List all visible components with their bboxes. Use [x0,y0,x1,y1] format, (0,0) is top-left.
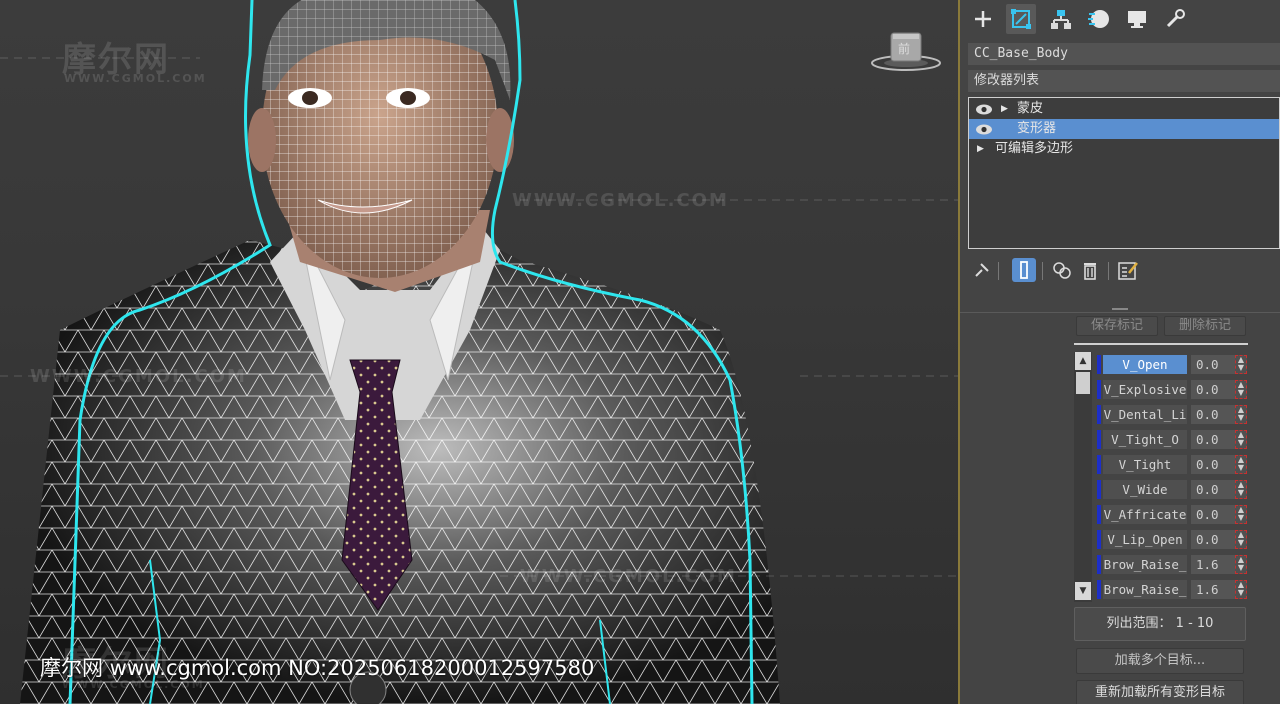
modifier-stack-item-skin[interactable]: ▶ 蒙皮 [969,99,1279,119]
remove-modifier-button[interactable] [1078,258,1102,282]
channel-spinner[interactable]: ▲ ▼ [1235,580,1247,599]
display-tab[interactable] [1122,4,1152,34]
configure-modifier-sets-button[interactable] [1116,258,1140,282]
modifier-stack-item-morpher[interactable]: 变形器 [969,119,1279,139]
command-panel: CC_Base_Body 修改器列表 ▶ 蒙皮 变形器 ▶ 可编辑多边形 保存标… [960,0,1280,704]
delete-marker-button[interactable]: 删除标记 [1164,316,1246,336]
expand-arrow-icon[interactable]: ▶ [1001,99,1008,119]
utilities-tab[interactable] [1160,4,1190,34]
show-end-result-icon [1020,261,1028,279]
rollout-divider [960,312,1280,313]
channel-value-input[interactable]: 0.0 [1191,430,1235,449]
modifier-label: 蒙皮 [1017,101,1044,116]
channel-row[interactable]: V_Tight 0.0 ▲ ▼ [960,453,1280,475]
eye-icon[interactable] [975,124,993,135]
channel-value-input[interactable]: 0.0 [1191,480,1235,499]
modifier-stack-item-editable-poly[interactable]: ▶ 可编辑多边形 [969,139,1279,159]
make-unique-icon [1053,262,1071,279]
channel-row[interactable]: V_Open 0.0 ▲ ▼ [960,353,1280,375]
pin-icon [975,263,989,277]
modifier-stack[interactable]: ▶ 蒙皮 变形器 ▶ 可编辑多边形 [968,97,1280,249]
channel-value-input[interactable]: 0.0 [1191,405,1235,424]
modifier-stack-toolbar [968,256,1280,286]
channel-name[interactable]: V_Open [1103,355,1187,374]
channel-spinner[interactable]: ▲ ▼ [1235,355,1247,374]
channel-spinner[interactable]: ▲ ▼ [1235,380,1247,399]
modify-icon [1011,9,1031,29]
eye-icon[interactable] [975,104,993,115]
create-icon [975,11,991,27]
viewport[interactable]: 摩尔网 WWW.CGMOL.COM WWW.CGMOL.COM WWW.CGMO… [0,0,958,704]
create-tab[interactable] [968,4,998,34]
channel-row[interactable]: Brow_Raise_ 1.6 ▲ ▼ [960,578,1280,600]
make-unique-button[interactable] [1050,258,1074,282]
channel-row[interactable]: V_Tight_O 0.0 ▲ ▼ [960,428,1280,450]
watermark-url: WWW.CGMOL.COM [30,366,247,387]
configure-sets-icon [1118,262,1138,280]
channel-value-input[interactable]: 0.0 [1191,380,1235,399]
separator-line [1074,343,1248,345]
channel-name[interactable]: Brow_Raise_ [1103,555,1187,574]
load-multiple-targets-button[interactable]: 加载多个目标... [1076,648,1244,674]
display-icon [1128,11,1146,28]
image-caption: 摩尔网 www.cgmol.com NO:2025061820001259758… [40,656,595,680]
channel-name[interactable]: V_Explosive [1103,380,1187,399]
motion-icon [1088,10,1109,28]
list-range-display: 列出范围： 1 - 10 [1074,607,1246,641]
modifier-label: 可编辑多边形 [995,141,1074,156]
modifier-list-dropdown[interactable]: 修改器列表 [968,70,1280,92]
channel-spinner[interactable]: ▲ ▼ [1235,430,1247,449]
channel-row[interactable]: V_Explosive 0.0 ▲ ▼ [960,378,1280,400]
channel-value-input[interactable]: 0.0 [1191,530,1235,549]
watermark-url: WWW.CGMOL.COM [520,566,737,587]
channel-name[interactable]: V_Dental_Li [1103,405,1187,424]
channel-name[interactable]: V_Tight_O [1103,430,1187,449]
channel-name[interactable]: V_Lip_Open [1103,530,1187,549]
object-name-field[interactable]: CC_Base_Body [968,43,1280,65]
hierarchy-icon [1051,10,1071,29]
show-end-result-button[interactable] [1012,258,1036,282]
channel-row[interactable]: Brow_Raise_ 1.6 ▲ ▼ [960,553,1280,575]
channel-value-input[interactable]: 1.6 [1191,580,1235,599]
channel-name[interactable]: V_Tight [1103,455,1187,474]
channel-value-input[interactable]: 0.0 [1191,505,1235,524]
watermark-url: WWW.CGMOL.COM [64,72,207,85]
command-panel-tabs [960,0,1280,38]
modify-tab[interactable] [1006,4,1036,34]
channel-row[interactable]: V_Wide 0.0 ▲ ▼ [960,478,1280,500]
channel-row[interactable]: V_Affricate 0.0 ▲ ▼ [960,503,1280,525]
channel-spinner[interactable]: ▲ ▼ [1235,480,1247,499]
motion-tab[interactable] [1084,4,1114,34]
channel-name[interactable]: V_Wide [1103,480,1187,499]
channel-name[interactable]: V_Affricate [1103,505,1187,524]
character-wireframe-render[interactable] [0,0,958,704]
channel-row[interactable]: V_Dental_Li 0.0 ▲ ▼ [960,403,1280,425]
expand-arrow-icon[interactable]: ▶ [977,139,984,159]
channel-spinner[interactable]: ▲ ▼ [1235,555,1247,574]
reload-all-morph-targets-button[interactable]: 重新加载所有变形目标 [1076,680,1244,704]
channel-spinner[interactable]: ▲ ▼ [1235,405,1247,424]
save-marker-button[interactable]: 保存标记 [1076,316,1158,336]
channel-value-input[interactable]: 1.6 [1191,555,1235,574]
channel-spinner[interactable]: ▲ ▼ [1235,530,1247,549]
hierarchy-tab[interactable] [1046,4,1076,34]
watermark-url: WWW.CGMOL.COM [512,190,729,211]
viewcube-face-label: 前 [898,42,911,56]
rollout-grip[interactable] [1112,308,1128,310]
channel-name[interactable]: Brow_Raise_ [1103,580,1187,599]
channel-value-input[interactable]: 0.0 [1191,455,1235,474]
channel-value-input[interactable]: 0.0 [1191,355,1235,374]
utilities-icon [1166,9,1185,28]
pin-stack-button[interactable] [970,258,994,282]
modifier-label: 变形器 [1017,121,1057,136]
channel-spinner[interactable]: ▲ ▼ [1235,455,1247,474]
channel-row[interactable]: V_Lip_Open 0.0 ▲ ▼ [960,528,1280,550]
trash-icon [1084,263,1096,280]
channel-spinner[interactable]: ▲ ▼ [1235,505,1247,524]
